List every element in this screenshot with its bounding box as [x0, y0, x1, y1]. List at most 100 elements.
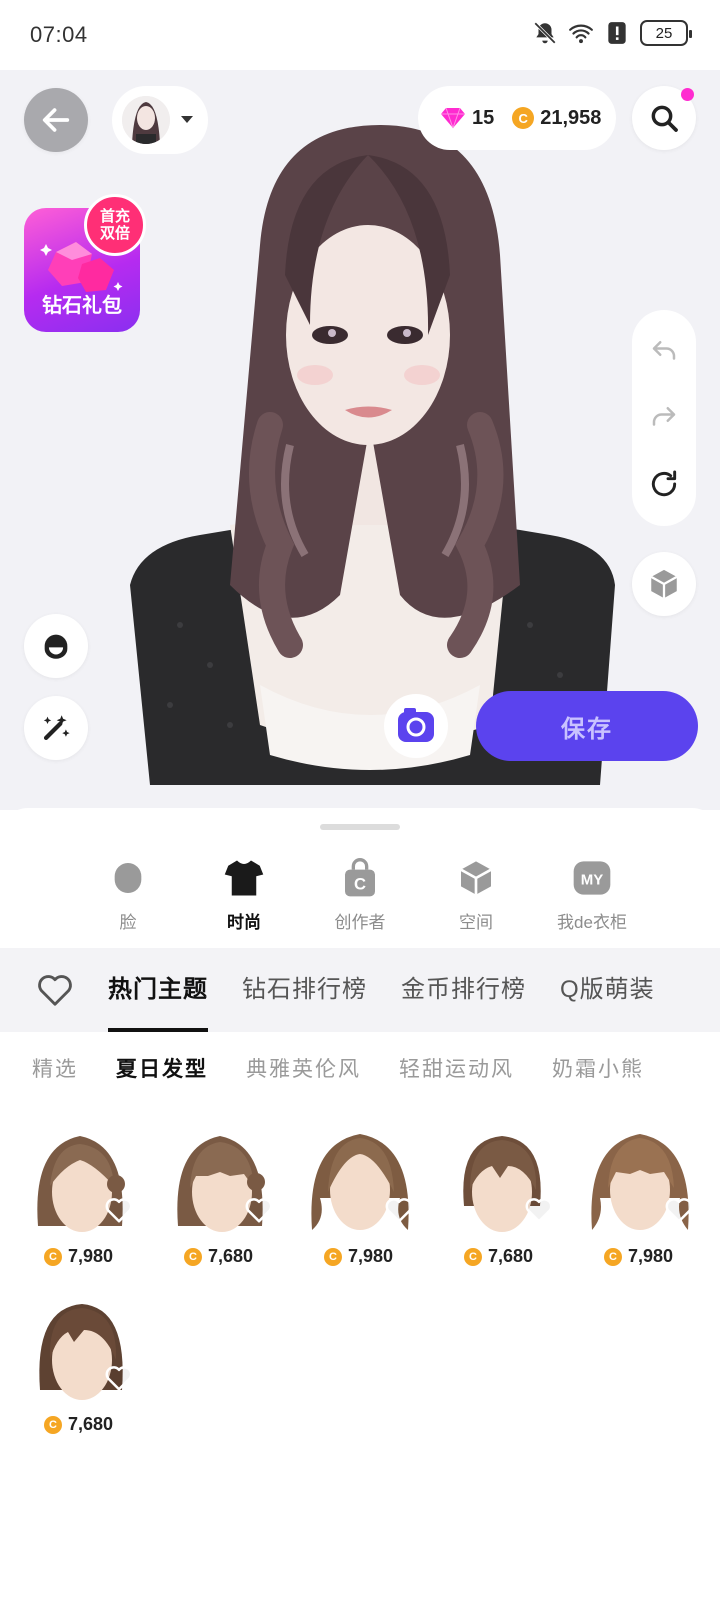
battery-indicator: 25 [640, 20, 692, 46]
category-label: 空间 [459, 913, 493, 932]
sub-tab-featured[interactable]: 精选 [32, 1032, 78, 1108]
tshirt-icon [222, 856, 266, 900]
history-toolbar [632, 310, 696, 526]
list-item[interactable]: C 7,680 [164, 1126, 276, 1268]
save-button[interactable]: 保存 [476, 691, 698, 761]
theme-tab-diamond-ranking[interactable]: 钻石排行榜 [242, 948, 367, 1032]
space-cube-icon [454, 856, 498, 900]
list-item[interactable]: C 7,980 [304, 1126, 416, 1268]
face-icon [106, 856, 150, 900]
item-price: C 7,680 [464, 1246, 533, 1267]
coin-icon: C [324, 1247, 342, 1266]
favorite-heart-icon[interactable] [664, 1196, 694, 1224]
sub-tab-british[interactable]: 典雅英伦风 [246, 1032, 361, 1108]
sub-tab-summer-hair[interactable]: 夏日发型 [116, 1032, 208, 1108]
sub-tabs: 精选 夏日发型 典雅英伦风 轻甜运动风 奶霜小熊 [32, 1032, 644, 1108]
item-grid: C 7,980 C 7,680 C 7,980 C 7,680 C 7,980 … [24, 1126, 714, 1436]
favorite-heart-icon[interactable] [104, 1364, 134, 1392]
bell-muted-icon [534, 22, 556, 44]
item-price: C 7,680 [184, 1246, 253, 1267]
item-price-value: 7,980 [348, 1246, 394, 1266]
item-price-value: 7,680 [488, 1246, 534, 1266]
coin-icon: C [512, 107, 535, 129]
redo-icon[interactable] [649, 402, 679, 432]
category-face[interactable]: 脸 [70, 856, 186, 936]
favorite-heart-icon[interactable] [524, 1196, 554, 1224]
category-label: 创作者 [334, 913, 386, 932]
theme-tab-bar: 热门主题 钻石排行榜 金币排行榜 Q版萌装 [0, 948, 720, 1032]
coin-icon: C [604, 1247, 622, 1266]
category-label: 脸 [119, 913, 137, 932]
drag-handle[interactable] [320, 824, 400, 830]
magic-tool-button[interactable] [24, 696, 88, 760]
back-button[interactable] [24, 88, 88, 152]
diamond-gift-pack-button[interactable]: 首充 双倍 钻石礼包 [24, 194, 146, 332]
favorite-heart-icon[interactable] [384, 1196, 414, 1224]
reset-icon[interactable] [648, 468, 680, 500]
coin-count: 21,958 [540, 106, 602, 129]
item-price: C 7,980 [604, 1246, 673, 1267]
alert-icon [608, 22, 626, 44]
svg-text:C: C [354, 875, 366, 894]
first-recharge-badge-text: 首充 双倍 [99, 208, 130, 242]
magic-wand-icon [43, 715, 70, 741]
creator-bag-icon: C [338, 856, 382, 900]
item-price-value: 7,980 [628, 1246, 674, 1266]
wifi-icon [569, 24, 593, 44]
list-item[interactable]: C 7,680 [24, 1294, 136, 1436]
status-icons: 25 [532, 20, 692, 46]
coin-icon: C [464, 1247, 482, 1266]
face-view-button[interactable] [24, 614, 88, 678]
undo-icon[interactable] [649, 336, 679, 366]
head-icon [44, 634, 68, 659]
search-icon [651, 105, 678, 132]
category-tabs: 脸 时尚 C 创作者 空间 MY 我de衣柜 [70, 856, 650, 936]
notification-dot [681, 88, 694, 101]
list-item[interactable]: C 7,980 [24, 1126, 136, 1268]
favorite-heart-icon[interactable] [104, 1196, 134, 1224]
category-my-wardrobe[interactable]: MY 我de衣柜 [534, 856, 650, 936]
view-3d-button[interactable] [632, 552, 696, 616]
theme-tab-chibi[interactable]: Q版萌装 [560, 948, 655, 1032]
sub-tab-sporty[interactable]: 轻甜运动风 [399, 1032, 514, 1108]
category-label: 我de衣柜 [557, 913, 627, 932]
sub-tab-bear[interactable]: 奶霜小熊 [552, 1032, 644, 1108]
diamond-icon [441, 107, 465, 129]
camera-icon [398, 708, 434, 742]
category-space[interactable]: 空间 [418, 856, 534, 936]
item-price-value: 7,680 [68, 1414, 114, 1434]
camera-button[interactable] [384, 694, 448, 758]
coin-icon: C [44, 1247, 62, 1266]
profile-switcher[interactable] [112, 86, 208, 154]
arrow-left-icon [42, 108, 70, 132]
theme-tab-hot[interactable]: 热门主题 [108, 948, 208, 1032]
category-fashion[interactable]: 时尚 [186, 856, 302, 936]
coin-icon: C [184, 1247, 202, 1266]
status-time: 07:04 [30, 22, 88, 47]
status-bar: 07:04 25 [0, 0, 720, 70]
avatar-stage: 15 C 21,958 首充 双倍 钻石礼包 保存 [0, 70, 720, 810]
category-label: 时尚 [227, 913, 261, 932]
gift-pack-label: 钻石礼包 [42, 295, 122, 317]
svg-text:MY: MY [581, 872, 604, 889]
search-button[interactable] [632, 86, 696, 150]
diamond-count: 15 [472, 106, 495, 129]
list-item[interactable]: C 7,980 [584, 1126, 696, 1268]
item-price: C 7,680 [44, 1414, 113, 1435]
theme-tabs: 热门主题 钻石排行榜 金币排行榜 Q版萌装 [108, 948, 655, 1032]
favorite-heart-icon[interactable] [244, 1196, 274, 1224]
my-wardrobe-icon: MY [570, 856, 614, 900]
item-price-value: 7,980 [68, 1246, 114, 1266]
category-creator[interactable]: C 创作者 [302, 856, 418, 936]
item-price: C 7,980 [324, 1246, 393, 1267]
currency-balance[interactable]: 15 C 21,958 [418, 86, 616, 150]
cube-icon [650, 569, 678, 599]
first-recharge-badge: 首充 双倍 [84, 194, 146, 256]
list-item[interactable]: C 7,680 [444, 1126, 556, 1268]
item-price: C 7,980 [44, 1246, 113, 1267]
favorites-heart-icon[interactable] [36, 972, 74, 1008]
wardrobe-panel: 脸 时尚 C 创作者 空间 MY 我de衣柜 热门主题 钻石排行榜 金币排行榜 … [0, 808, 720, 1612]
profile-avatar [122, 96, 170, 144]
caret-down-icon [181, 116, 193, 123]
theme-tab-coin-ranking[interactable]: 金币排行榜 [401, 948, 526, 1032]
